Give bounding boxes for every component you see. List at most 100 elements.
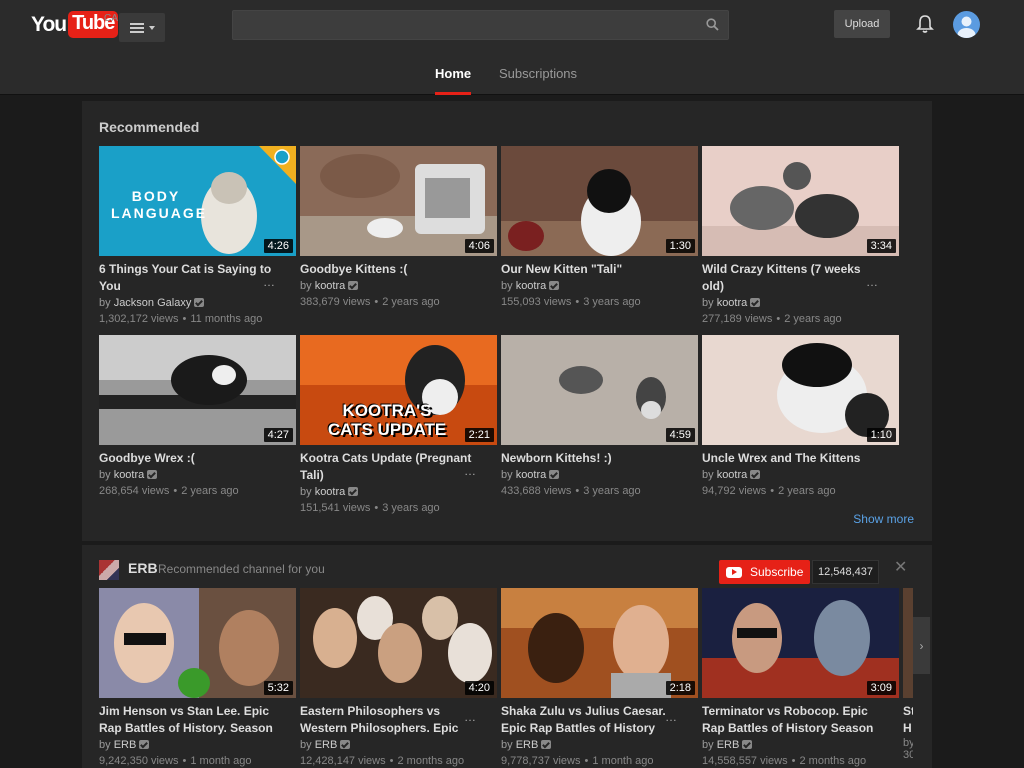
video-card[interactable]: 1:30 Our New Kitten "Tali" by kootra 155… — [501, 146, 698, 310]
video-duration: 4:06 — [464, 239, 494, 253]
video-card[interactable]: 5:32 Jim Henson vs Stan Lee. Epic Rap Ba… — [99, 588, 296, 768]
channel-avatar[interactable] — [99, 560, 119, 580]
video-title[interactable]: Kootra Cats Update (Pregnant Tali) — [300, 450, 480, 484]
search-icon[interactable] — [706, 18, 719, 31]
upload-age: 2 years ago — [181, 485, 239, 497]
video-duration: 4:27 — [263, 428, 293, 442]
video-thumbnail[interactable]: 1:30 — [501, 146, 698, 256]
tab-home[interactable]: Home — [435, 60, 472, 95]
upload-age: 11 months ago — [190, 313, 263, 325]
video-card[interactable]: 1:10 Uncle Wrex and The Kittens by kootr… — [702, 335, 899, 499]
video-title[interactable]: Jim Henson vs Stan Lee. Epic Rap Battles… — [99, 703, 279, 737]
recommended-shelf: Recommended BODY LANGUAGE 4:26 6 Things … — [82, 101, 932, 541]
video-meta: 12,428,147 views • 2 months ago — [300, 755, 465, 767]
video-duration: 1:10 — [866, 428, 896, 442]
channel-name[interactable]: ERB — [114, 739, 137, 751]
tab-subscriptions[interactable]: Subscriptions — [499, 60, 577, 95]
video-byline: by Jackson Galaxy — [99, 296, 296, 311]
channel-subtitle: Recommended channel for you — [158, 562, 325, 576]
more-options-icon[interactable]: … — [665, 710, 678, 724]
verified-icon — [348, 281, 359, 290]
video-byline: by kootra — [501, 279, 698, 294]
video-title[interactable]: Newborn Kittehs! :) — [501, 450, 681, 467]
channel-name[interactable]: ERB — [516, 739, 539, 751]
video-title[interactable]: Shaka Zulu vs Julius Caesar. Epic Rap Ba… — [501, 703, 681, 737]
video-card[interactable]: 4:06 Goodbye Kittens :( by kootra 383,67… — [300, 146, 497, 310]
subscriber-count: 12,548,437 — [812, 560, 879, 584]
video-title[interactable]: Uncle Wrex and The Kittens — [702, 450, 882, 467]
video-card[interactable]: BODY LANGUAGE 4:26 6 Things Your Cat is … — [99, 146, 296, 327]
video-byline: by kootra — [99, 468, 296, 483]
channel-name[interactable]: kootra — [315, 486, 346, 498]
masthead: You Tube CA Upload Home Subscriptions — [0, 0, 1024, 95]
video-title[interactable]: Goodbye Kittens :( — [300, 261, 480, 278]
video-card[interactable]: 2:18 Shaka Zulu vs Julius Caesar. Epic R… — [501, 588, 698, 768]
video-thumbnail[interactable]: 4:20 — [300, 588, 497, 698]
channel-name[interactable]: ERB — [315, 739, 338, 751]
video-card[interactable]: 3:09 Terminator vs Robocop. Epic Rap Bat… — [702, 588, 899, 768]
video-thumbnail[interactable]: 4:27 — [99, 335, 296, 445]
video-meta: 9,242,350 views • 1 month ago — [99, 755, 252, 767]
video-title[interactable]: St H — [903, 703, 913, 737]
youtube-play-icon — [726, 566, 742, 578]
video-thumbnail[interactable]: BODY LANGUAGE 4:26 — [99, 146, 296, 256]
video-thumbnail[interactable] — [903, 588, 913, 698]
video-title[interactable]: Wild Crazy Kittens (7 weeks old) — [702, 261, 882, 295]
video-title[interactable]: Goodbye Wrex :( — [99, 450, 279, 467]
upload-age: 1 month ago — [190, 755, 252, 767]
video-title[interactable]: Eastern Philosophers vs Western Philosop… — [300, 703, 480, 737]
video-title[interactable]: Terminator vs Robocop. Epic Rap Battles … — [702, 703, 882, 737]
video-thumbnail[interactable]: 2:18 — [501, 588, 698, 698]
video-thumbnail[interactable]: KOOTRA'S CATS UPDATE 2:21 — [300, 335, 497, 445]
search-input[interactable] — [233, 11, 693, 39]
video-meta: 151,541 views • 3 years ago — [300, 502, 440, 514]
more-options-icon[interactable]: … — [464, 710, 477, 724]
video-card[interactable]: 4:59 Newborn Kittehs! :) by kootra 433,6… — [501, 335, 698, 499]
more-options-icon[interactable]: … — [464, 464, 477, 478]
verified-icon — [750, 470, 761, 479]
subscribe-button[interactable]: Subscribe — [719, 560, 810, 584]
guide-menu-button[interactable] — [119, 13, 165, 42]
video-thumbnail[interactable]: 3:34 — [702, 146, 899, 256]
video-thumbnail[interactable]: 3:09 — [702, 588, 899, 698]
video-thumbnail[interactable]: 4:06 — [300, 146, 497, 256]
video-card[interactable]: 4:20 Eastern Philosophers vs Western Phi… — [300, 588, 497, 768]
account-avatar[interactable] — [953, 11, 980, 38]
channel-name[interactable]: Jackson Galaxy — [114, 297, 192, 309]
video-card[interactable]: 3:34 Wild Crazy Kittens (7 weeks old) by… — [702, 146, 899, 327]
channel-name[interactable]: ERB — [128, 560, 158, 576]
video-byline: by ERB — [702, 738, 899, 753]
channel-name[interactable]: ERB — [717, 739, 740, 751]
show-more-link[interactable]: Show more — [853, 512, 914, 526]
more-options-icon[interactable]: … — [866, 275, 879, 289]
video-title[interactable]: Our New Kitten "Tali" — [501, 261, 681, 278]
video-card[interactable]: 4:27 Goodbye Wrex :( by kootra 268,654 v… — [99, 335, 296, 499]
verified-icon — [549, 470, 560, 479]
view-count: 383,679 views — [300, 296, 371, 308]
close-icon[interactable]: ✕ — [894, 557, 907, 577]
partial-video-card[interactable]: St H by 30 — [903, 588, 913, 768]
shelf-next-arrow[interactable]: › — [913, 617, 930, 674]
notifications-bell-icon[interactable] — [916, 14, 934, 34]
video-title[interactable]: 6 Things Your Cat is Saying to You — [99, 261, 279, 295]
youtube-logo[interactable]: You Tube CA — [31, 11, 119, 38]
video-thumbnail[interactable]: 5:32 — [99, 588, 296, 698]
channel-name[interactable]: kootra — [516, 280, 547, 292]
video-thumbnail[interactable]: 1:10 — [702, 335, 899, 445]
upload-button[interactable]: Upload — [834, 10, 890, 38]
channel-name[interactable]: kootra — [516, 469, 547, 481]
video-card[interactable]: KOOTRA'S CATS UPDATE 2:21 Kootra Cats Up… — [300, 335, 497, 516]
view-count: 1,302,172 views — [99, 313, 179, 325]
channel-name[interactable]: kootra — [717, 297, 748, 309]
channel-name[interactable]: kootra — [315, 280, 346, 292]
video-thumbnail[interactable]: 4:59 — [501, 335, 698, 445]
upload-age: 2 months ago — [397, 755, 465, 767]
more-options-icon[interactable]: … — [263, 275, 276, 289]
video-duration: 1:30 — [665, 239, 695, 253]
channel-name[interactable]: kootra — [114, 469, 145, 481]
channel-name[interactable]: kootra — [717, 469, 748, 481]
upload-age: 2 years ago — [784, 313, 842, 325]
video-meta: 155,093 views • 3 years ago — [501, 296, 641, 308]
view-count: 268,654 views — [99, 485, 170, 497]
upload-age: 2 years ago — [382, 296, 440, 308]
